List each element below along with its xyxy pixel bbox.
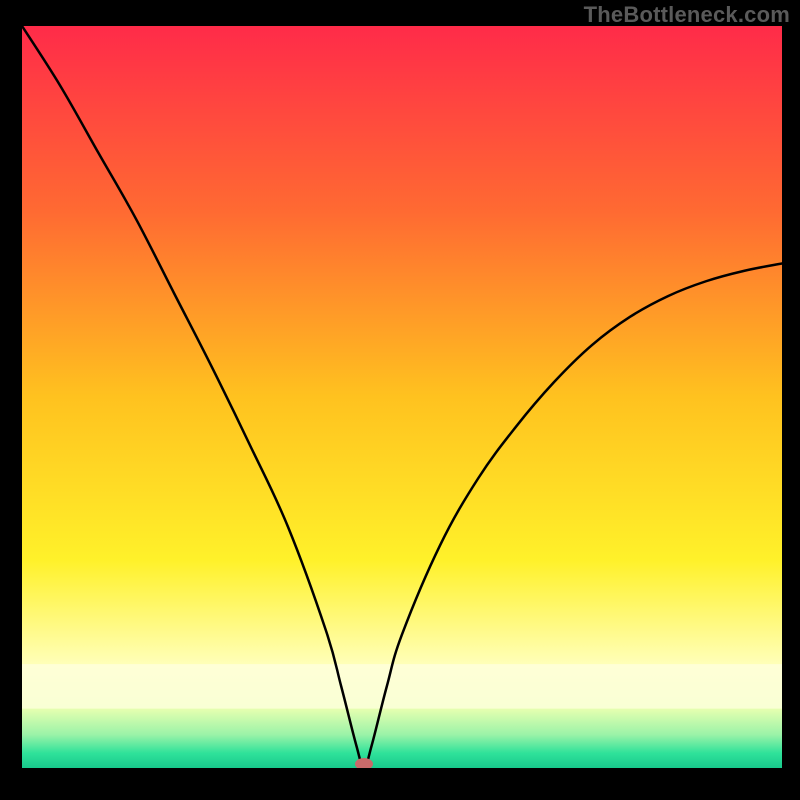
gradient-background <box>22 26 782 768</box>
pale-band <box>22 664 782 709</box>
chart-frame: TheBottleneck.com <box>0 0 800 800</box>
plot-svg <box>22 26 782 768</box>
plot-area <box>22 26 782 768</box>
watermark-text: TheBottleneck.com <box>584 2 790 28</box>
